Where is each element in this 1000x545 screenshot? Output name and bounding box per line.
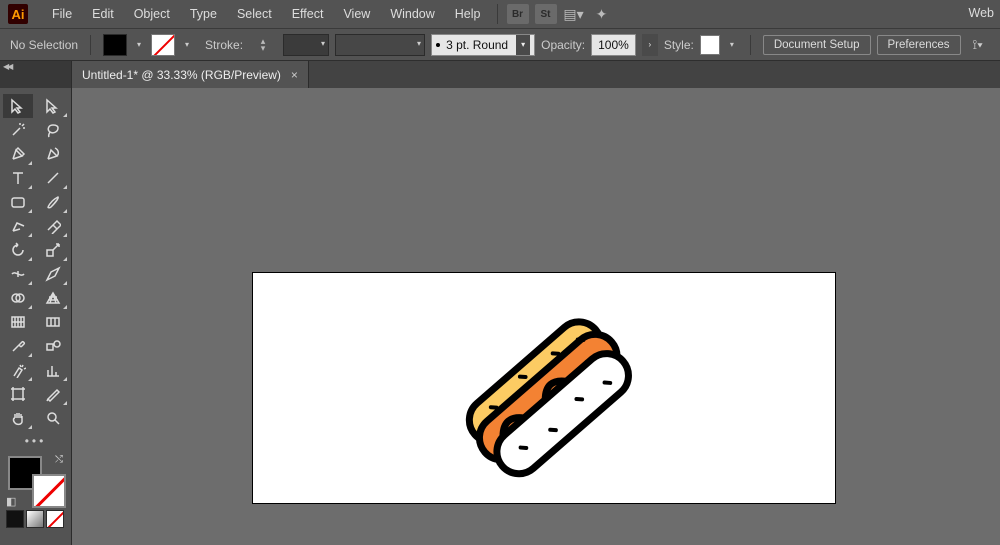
menu-effect[interactable]: Effect xyxy=(282,7,334,21)
perspective-grid-tool[interactable] xyxy=(39,286,69,310)
pen-tool[interactable] xyxy=(3,142,33,166)
selection-tool[interactable] xyxy=(3,94,33,118)
edit-toolbar-button[interactable]: ••• xyxy=(0,434,71,448)
arrange-documents-icon[interactable]: ▤▾ xyxy=(563,4,585,24)
document-tab-bar: ◀◀ Untitled-1* @ 33.33% (RGB/Preview) × xyxy=(0,61,1000,88)
menu-help[interactable]: Help xyxy=(445,7,491,21)
line-segment-tool[interactable] xyxy=(39,166,69,190)
artboard xyxy=(252,272,836,504)
workspace-switcher[interactable]: Web xyxy=(969,6,994,20)
tools-panel: ••• ⤭ ◧ xyxy=(0,88,72,545)
control-divider-2 xyxy=(750,35,751,55)
gpu-performance-icon[interactable]: ✦ xyxy=(591,4,613,24)
opacity-input[interactable]: 100% xyxy=(591,34,636,56)
menu-divider xyxy=(497,4,498,24)
fill-stroke-indicator[interactable]: ⤭ ◧ xyxy=(6,454,66,508)
width-tool[interactable] xyxy=(3,262,33,286)
scale-tool[interactable] xyxy=(39,238,69,262)
canvas-work-area[interactable] xyxy=(72,88,1000,545)
stroke-profile-dropdown[interactable]: 3 pt. Round ▾ xyxy=(431,34,535,56)
column-graph-tool[interactable] xyxy=(39,358,69,382)
app-logo-illustrator: Ai xyxy=(8,4,28,24)
stroke-weight-stepper[interactable]: ▴▾ xyxy=(249,35,277,55)
menu-edit[interactable]: Edit xyxy=(82,7,124,21)
collapse-icon: ◀◀ xyxy=(3,62,11,71)
close-tab-button[interactable]: × xyxy=(291,68,298,82)
direct-selection-tool[interactable] xyxy=(39,94,69,118)
shape-builder-tool[interactable] xyxy=(3,286,33,310)
paintbrush-tool[interactable] xyxy=(39,190,69,214)
hand-tool[interactable] xyxy=(3,406,33,430)
document-setup-button[interactable]: Document Setup xyxy=(763,35,871,55)
zoom-tool[interactable] xyxy=(39,406,69,430)
preferences-button[interactable]: Preferences xyxy=(877,35,961,55)
color-mode-gradient[interactable] xyxy=(26,510,44,528)
rectangle-tool[interactable] xyxy=(3,190,33,214)
variable-width-profile-dropdown[interactable]: ▾ xyxy=(283,34,329,56)
blend-tool[interactable] xyxy=(39,334,69,358)
artboard-tool[interactable] xyxy=(3,382,33,406)
application-menu-bar: Ai File Edit Object Type Select Effect V… xyxy=(0,0,1000,29)
bridge-icon[interactable]: Br xyxy=(507,4,529,24)
stroke-color-dropdown[interactable]: ▾ xyxy=(181,34,193,56)
symbol-sprayer-tool[interactable] xyxy=(3,358,33,382)
bullet-icon xyxy=(436,43,440,47)
align-to-icon[interactable]: ⟟▾ xyxy=(967,35,989,55)
artwork-hotdog-icon xyxy=(453,303,633,478)
menu-view[interactable]: View xyxy=(333,7,380,21)
stroke-profile-label: 3 pt. Round xyxy=(446,38,508,52)
eyedropper-tool[interactable] xyxy=(3,334,33,358)
color-mode-solid[interactable] xyxy=(6,510,24,528)
chevron-down-icon: ▾ xyxy=(516,35,530,55)
menu-object[interactable]: Object xyxy=(124,7,180,21)
eraser-tool[interactable] xyxy=(39,214,69,238)
control-bar: No Selection ▾ ▾ Stroke: ▴▾ ▾ ▾ 3 pt. Ro… xyxy=(0,29,1000,61)
stroke-color-swatch[interactable] xyxy=(151,34,175,56)
rotate-tool[interactable] xyxy=(3,238,33,262)
selection-status: No Selection xyxy=(10,38,78,52)
magic-wand-tool[interactable] xyxy=(3,118,33,142)
default-fill-stroke-icon[interactable]: ◧ xyxy=(6,495,16,508)
document-tab[interactable]: Untitled-1* @ 33.33% (RGB/Preview) × xyxy=(72,61,309,88)
color-mode-row xyxy=(6,510,65,528)
stock-icon[interactable]: St xyxy=(535,4,557,24)
curvature-tool[interactable] xyxy=(39,142,69,166)
fill-color-dropdown[interactable]: ▾ xyxy=(133,34,145,56)
brush-definition-dropdown[interactable]: ▾ xyxy=(335,34,425,56)
opacity-label: Opacity: xyxy=(541,38,585,52)
document-tab-title: Untitled-1* @ 33.33% (RGB/Preview) xyxy=(82,68,281,82)
shaper-tool[interactable] xyxy=(3,214,33,238)
stroke-swatch[interactable] xyxy=(32,474,66,508)
fill-color-swatch[interactable] xyxy=(103,34,127,56)
swap-fill-stroke-icon[interactable]: ⤭ xyxy=(55,454,63,465)
menu-select[interactable]: Select xyxy=(227,7,282,21)
stroke-label: Stroke: xyxy=(205,38,243,52)
opacity-dropdown[interactable]: › xyxy=(642,34,658,56)
slice-tool[interactable] xyxy=(39,382,69,406)
graphic-style-dropdown[interactable]: ▾ xyxy=(726,34,738,56)
color-mode-none[interactable] xyxy=(46,510,64,528)
control-divider xyxy=(90,35,91,55)
panel-collapse-gutter[interactable]: ◀◀ xyxy=(0,61,72,88)
free-transform-tool[interactable] xyxy=(39,262,69,286)
mesh-tool[interactable] xyxy=(3,310,33,334)
type-tool[interactable] xyxy=(3,166,33,190)
style-label: Style: xyxy=(664,38,694,52)
menu-window[interactable]: Window xyxy=(380,7,444,21)
graphic-style-swatch[interactable] xyxy=(700,35,720,55)
menu-type[interactable]: Type xyxy=(180,7,227,21)
menu-file[interactable]: File xyxy=(42,7,82,21)
lasso-tool[interactable] xyxy=(39,118,69,142)
gradient-tool[interactable] xyxy=(39,310,69,334)
